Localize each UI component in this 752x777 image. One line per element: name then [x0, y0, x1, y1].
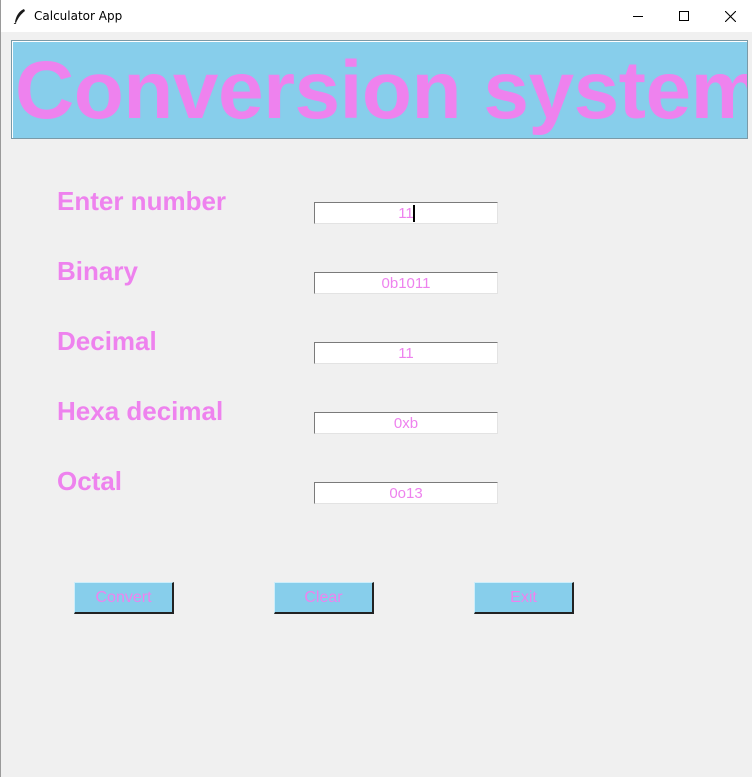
- header-banner: Conversion system: [11, 40, 748, 139]
- minimize-icon: [633, 16, 643, 17]
- title-bar[interactable]: Calculator App: [1, 0, 752, 32]
- banner-title: Conversion system: [15, 45, 748, 136]
- text-cursor: [413, 205, 415, 222]
- enter-number-input[interactable]: [314, 202, 498, 224]
- binary-label: Binary: [57, 256, 138, 286]
- maximize-button[interactable]: [661, 0, 707, 32]
- exit-button[interactable]: Exit: [474, 582, 574, 614]
- octal-label: Octal: [57, 466, 123, 496]
- enter-number-label: Enter number: [57, 186, 227, 216]
- binary-output[interactable]: [314, 272, 498, 294]
- decimal-output[interactable]: [314, 342, 498, 364]
- app-window: Calculator App Conversion system Enter n…: [0, 0, 752, 777]
- clear-button[interactable]: Clear: [274, 582, 374, 614]
- window-title: Calculator App: [34, 9, 123, 23]
- octal-output[interactable]: [314, 482, 498, 504]
- minimize-button[interactable]: [615, 0, 661, 32]
- close-button[interactable]: [707, 0, 752, 32]
- close-icon: [724, 10, 736, 22]
- convert-button[interactable]: Convert: [74, 582, 174, 614]
- decimal-label: Decimal: [57, 326, 157, 356]
- hexadecimal-label: Hexa decimal: [57, 396, 224, 426]
- hexadecimal-output[interactable]: [314, 412, 498, 434]
- feather-icon: [13, 8, 27, 25]
- maximize-icon: [679, 11, 689, 21]
